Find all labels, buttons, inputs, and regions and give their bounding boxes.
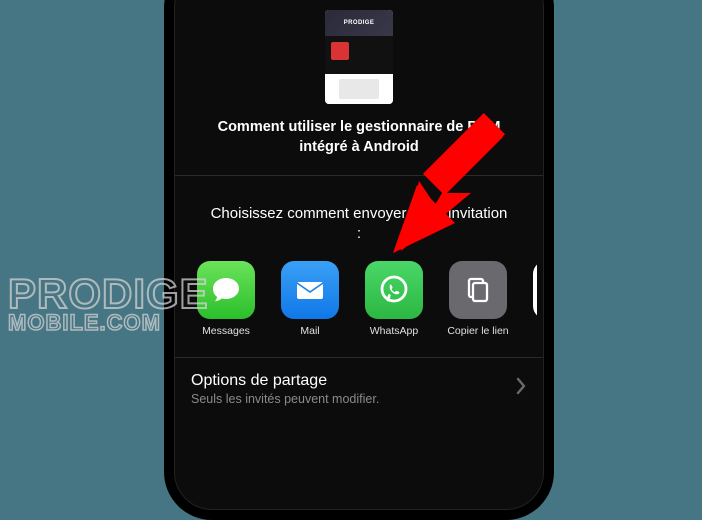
messages-icon bbox=[197, 261, 255, 319]
phone-screen: verra les dernières modifications. PRODI… bbox=[174, 0, 544, 510]
phone-frame: verra les dernières modifications. PRODI… bbox=[164, 0, 554, 520]
share-whatsapp[interactable]: WhatsApp bbox=[363, 261, 425, 337]
share-section: Choisissez comment envoyer votre invitat… bbox=[175, 176, 543, 357]
document-preview: PRODIGE bbox=[325, 10, 393, 104]
document-title: Comment utiliser le gestionnaire de RAM … bbox=[195, 118, 523, 157]
share-prompt: Choisissez comment envoyer votre invitat… bbox=[181, 204, 537, 245]
options-subtitle: Seuls les invités peuvent modifier. bbox=[191, 392, 379, 406]
share-label: Copier le lien bbox=[447, 325, 508, 337]
whatsapp-icon bbox=[365, 261, 423, 319]
share-mail[interactable]: Mail bbox=[279, 261, 341, 337]
preview-brand: PRODIGE bbox=[344, 20, 374, 26]
copy-icon bbox=[449, 261, 507, 319]
collaboration-header: verra les dernières modifications. PRODI… bbox=[175, 0, 543, 175]
options-title: Options de partage bbox=[191, 372, 379, 390]
share-options-row[interactable]: Options de partage Seuls les invités peu… bbox=[175, 358, 543, 420]
share-more-peek[interactable] bbox=[531, 261, 537, 337]
share-label: WhatsApp bbox=[370, 325, 418, 337]
share-label: Messages bbox=[202, 325, 250, 337]
more-icon bbox=[533, 261, 537, 319]
share-copy-link[interactable]: Copier le lien bbox=[447, 261, 509, 337]
share-messages[interactable]: Messages bbox=[195, 261, 257, 337]
mail-icon bbox=[281, 261, 339, 319]
share-apps-row[interactable]: Messages Mail WhatsApp bbox=[181, 261, 537, 337]
share-label: Mail bbox=[300, 325, 319, 337]
chevron-right-icon bbox=[515, 377, 527, 400]
